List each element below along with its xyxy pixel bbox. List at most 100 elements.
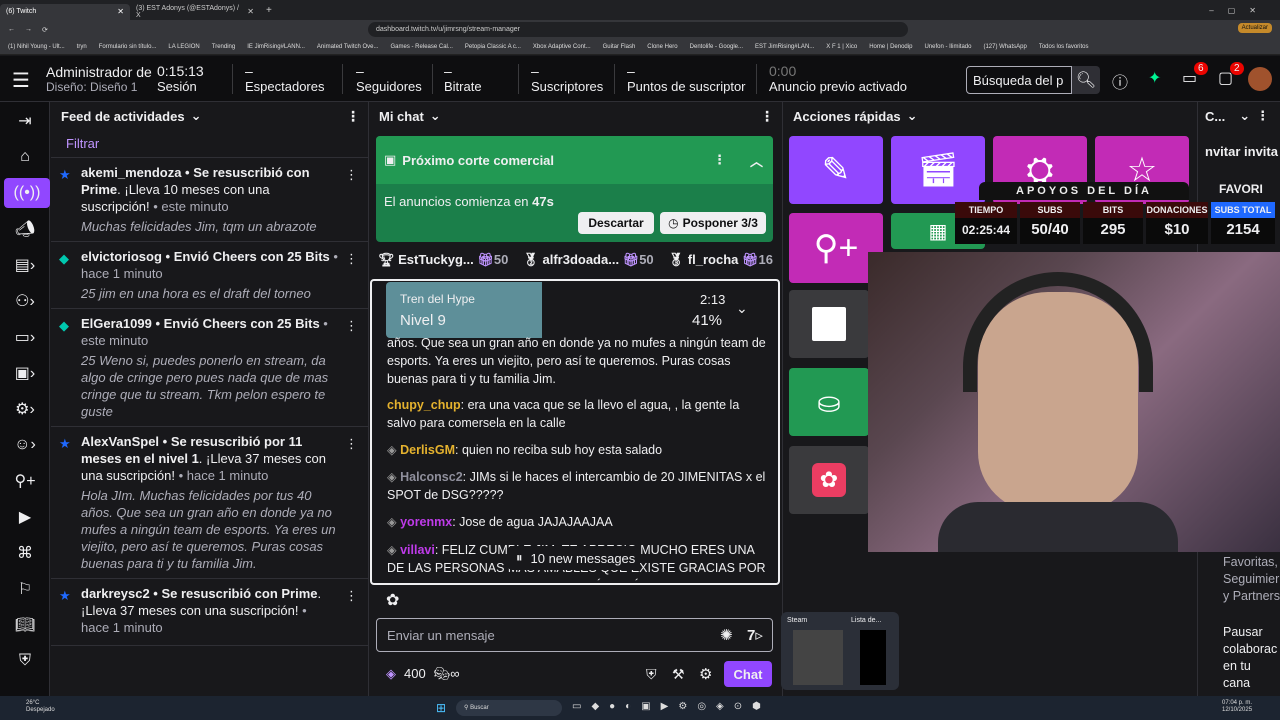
- bookmark-item[interactable]: Guitar Flash: [603, 44, 636, 50]
- bookmark-item[interactable]: X F 1 | Xico: [826, 44, 857, 50]
- bookmark-item[interactable]: Trending: [212, 44, 235, 50]
- creator-camp-icon[interactable]: ⚐: [0, 574, 50, 604]
- add-user-icon[interactable]: ⚲+: [0, 466, 50, 496]
- postpone-button[interactable]: ◷ Posponer 3/3: [660, 212, 766, 234]
- feed-username[interactable]: darkreysc2: [81, 586, 150, 601]
- bookmark-item[interactable]: EST JimRising#LAN...: [755, 44, 814, 50]
- more-icon[interactable]: ⋮: [1256, 108, 1269, 124]
- filter-link[interactable]: Filtrar: [51, 130, 368, 158]
- preview-steam[interactable]: Steam: [787, 617, 807, 624]
- taskbar-apps[interactable]: ▭◆●◐▣▶⚙◎◈⊙⬢: [572, 701, 771, 712]
- chevron-down-icon[interactable]: ⌄: [907, 108, 918, 124]
- avatar[interactable]: [1248, 67, 1272, 91]
- emote-icon[interactable]: ✺: [720, 626, 733, 644]
- bookmark-item[interactable]: Petopia Classic A c...: [465, 44, 521, 50]
- more-icon[interactable]: ⋮: [345, 317, 358, 334]
- dismiss-button[interactable]: Descartar: [578, 212, 654, 234]
- shield-icon[interactable]: ⛨: [0, 646, 50, 676]
- more-icon[interactable]: ⋮: [345, 587, 358, 604]
- content-icon[interactable]: ▭›: [0, 322, 50, 352]
- bookmark-item[interactable]: (127) WhatsApp: [983, 44, 1026, 50]
- channel-points[interactable]: ◈ 400 🎭︎∞: [386, 666, 459, 682]
- settings-icon[interactable]: ⚙›: [0, 394, 50, 424]
- more-icon[interactable]: ⋮: [713, 152, 726, 168]
- more-icon[interactable]: ⋮: [345, 435, 358, 452]
- viewer-rewards-icon[interactable]: ☺›: [0, 430, 50, 460]
- chat-username[interactable]: Halconsc2: [400, 470, 463, 484]
- close-icon[interactable]: ✕: [117, 7, 124, 16]
- extensions-icon[interactable]: ⌘: [0, 538, 50, 568]
- stream-manager-icon[interactable]: ((•)): [4, 178, 50, 208]
- book-icon[interactable]: 📖︎: [0, 610, 50, 640]
- bookmark-item[interactable]: Clone Hero: [647, 44, 677, 50]
- feed-username[interactable]: ElGera1099: [81, 316, 152, 331]
- tab-x[interactable]: (3) EST Adonys (@ESTAdonys) / X ✕: [130, 4, 260, 20]
- chevron-down-icon[interactable]: ⌄: [430, 108, 441, 124]
- thumbnail-button[interactable]: [789, 290, 869, 358]
- clock[interactable]: 07:04 p. m. 12/10/2025: [1222, 700, 1252, 714]
- weather-widget[interactable]: 26°C Despejado: [26, 700, 55, 714]
- chat-username[interactable]: villavi: [400, 543, 435, 557]
- seven-tv-icon[interactable]: 7▹: [747, 626, 763, 644]
- tab-twitch[interactable]: (6) Twitch ✕: [0, 3, 130, 20]
- collapse-icon[interactable]: ⇥: [0, 106, 50, 136]
- chat-input[interactable]: Enviar un mensaje: [376, 618, 773, 652]
- home-icon[interactable]: ⌂: [0, 142, 50, 172]
- taskbar-search[interactable]: ⚲ Buscar: [456, 700, 562, 716]
- more-icon[interactable]: ⋮: [345, 166, 358, 183]
- search-button[interactable]: 🔍︎: [1072, 66, 1100, 94]
- promote-icon[interactable]: 📣︎: [0, 214, 50, 244]
- bookmark-item[interactable]: Xbox Adaptive Cont...: [533, 44, 591, 50]
- update-button[interactable]: Actualizar: [1237, 23, 1272, 33]
- sparkle-icon[interactable]: ✦: [1148, 68, 1161, 88]
- hype-train-banner[interactable]: Tren del Hype Nivel 9 2:13 41% ⌄: [386, 282, 766, 338]
- new-tab-icon[interactable]: +: [266, 5, 272, 16]
- new-messages-button[interactable]: ⏸ 10 new messages: [508, 546, 640, 570]
- bookmark-item[interactable]: tryn: [77, 44, 87, 50]
- chevron-down-icon[interactable]: ⌄: [191, 108, 202, 124]
- pause-collab-text[interactable]: Pausar colaborac en tu cana: [1223, 624, 1280, 692]
- community-icon[interactable]: ⚇›: [0, 286, 50, 316]
- more-icon[interactable]: ⋮: [346, 108, 360, 125]
- chat-send-button[interactable]: Chat: [724, 661, 772, 687]
- edit-stream-info-button[interactable]: ✎: [789, 136, 883, 204]
- close-icon[interactable]: ✕: [247, 7, 254, 16]
- preview-list[interactable]: Lista de...: [851, 617, 881, 624]
- extension-button[interactable]: ✿: [789, 446, 869, 514]
- bookmark-item[interactable]: Todos los favoritos: [1039, 44, 1089, 50]
- chat-username[interactable]: DerlisGM: [400, 443, 455, 457]
- bookmark-item[interactable]: Games - Release Cal...: [391, 44, 453, 50]
- bookmark-item[interactable]: Home | Denodip: [869, 44, 912, 50]
- chevron-up-icon[interactable]: ︿: [750, 151, 763, 170]
- bookmark-item[interactable]: IE JimRising#LANN...: [247, 44, 305, 50]
- chevron-down-icon[interactable]: ⌄: [736, 300, 748, 317]
- back-icon[interactable]: ←: [8, 26, 15, 33]
- bookmark-item[interactable]: Dentolife - Google...: [690, 44, 743, 50]
- video-icon[interactable]: ▶: [0, 502, 50, 532]
- more-icon[interactable]: ⋮: [760, 108, 774, 125]
- feed-username[interactable]: akemi_mendoza: [81, 165, 181, 180]
- prediction-button[interactable]: ⛀: [789, 368, 869, 436]
- menu-icon[interactable]: ☰: [12, 68, 30, 93]
- bookmark-item[interactable]: Formulario sin título...: [99, 44, 157, 50]
- mod-tools-icon[interactable]: ⚒: [672, 666, 685, 683]
- feed-username[interactable]: elvictoriosog: [81, 249, 162, 264]
- help-icon[interactable]: ⓘ: [1112, 69, 1128, 93]
- bookmark-item[interactable]: Unefon - Ilimitado: [924, 44, 971, 50]
- feed-username[interactable]: AlexVanSpel: [81, 434, 159, 449]
- mod-shield-icon[interactable]: ⛨: [646, 666, 657, 683]
- start-icon[interactable]: ⊞: [436, 701, 446, 715]
- chat-username[interactable]: yorenmx: [400, 515, 452, 529]
- chat-settings-icon[interactable]: ⚙: [699, 665, 712, 683]
- bookmark-item[interactable]: Animated Twitch Ove...: [317, 44, 379, 50]
- chevron-down-icon[interactable]: ⌄: [1239, 108, 1250, 124]
- window-controls[interactable]: –▢✕: [1209, 6, 1280, 15]
- url-field[interactable]: dashboard.twitch.tv/u/jimrsng/stream-man…: [368, 22, 908, 37]
- monetization-icon[interactable]: ▣›: [0, 358, 50, 388]
- bookmark-item[interactable]: (1) Nihil Young - Ult...: [8, 44, 65, 50]
- chat-username[interactable]: chupy_chup: [387, 398, 461, 412]
- leader-item[interactable]: 🥈︎ alfr3doada... 🎁︎50: [522, 252, 653, 268]
- leader-item[interactable]: 🏆︎ EstTuckyg... 🎁︎50: [378, 252, 508, 268]
- puzzle-icon[interactable]: ✿: [386, 590, 399, 610]
- bookmark-item[interactable]: LA LEGION: [168, 44, 199, 50]
